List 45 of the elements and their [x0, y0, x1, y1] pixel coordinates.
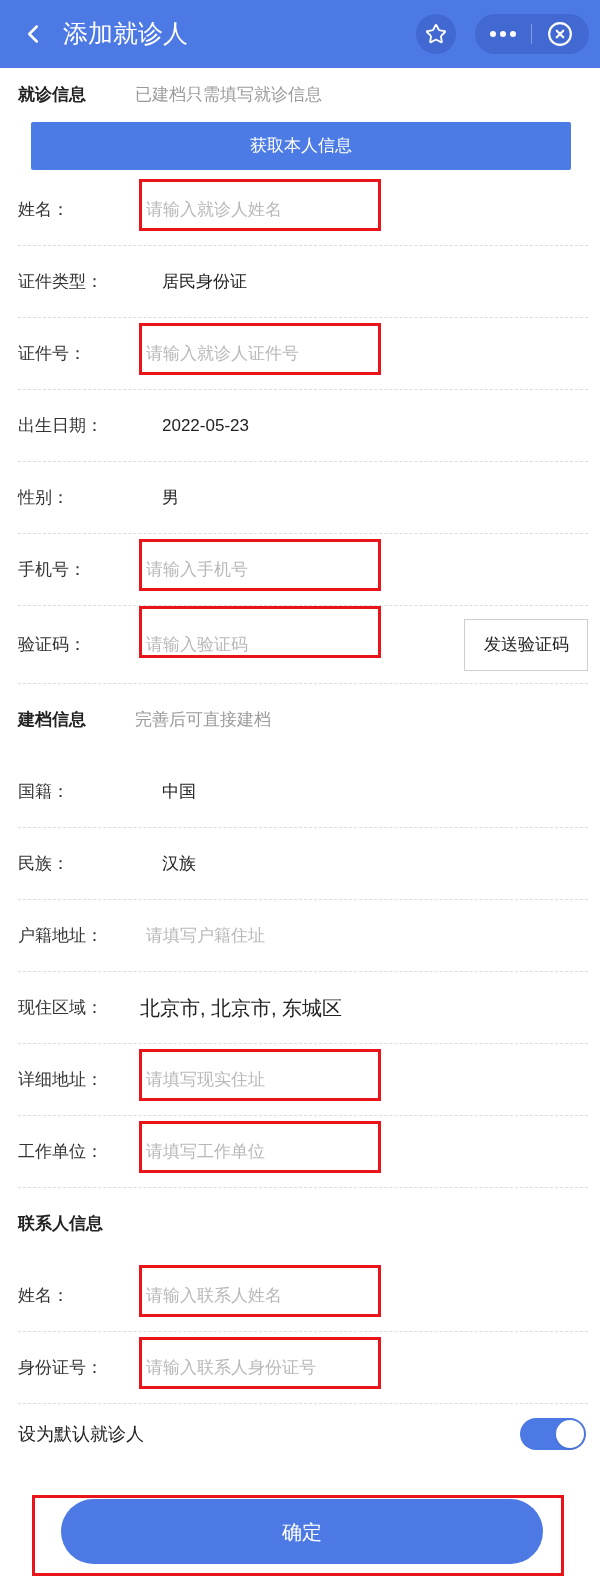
field-label: 验证码：: [18, 633, 87, 656]
favorite-button[interactable]: [416, 14, 456, 54]
section-title: 就诊信息: [18, 84, 87, 107]
input-field[interactable]: 请输入联系人身份证号: [146, 1349, 372, 1386]
field-label: 户籍地址：: [18, 924, 104, 947]
toggle-switch[interactable]: [520, 1418, 586, 1450]
field-value[interactable]: 中国: [162, 778, 196, 805]
field-label: 工作单位：: [18, 1140, 104, 1163]
page-title: 添加就诊人: [63, 18, 188, 50]
field-label: 出生日期：: [18, 414, 104, 437]
field-value[interactable]: 2022-05-23: [162, 412, 249, 439]
get-info-button[interactable]: 获取本人信息: [31, 122, 571, 170]
send-code-button[interactable]: 发送验证码: [464, 618, 588, 671]
input-field[interactable]: 请输入联系人姓名: [146, 1277, 372, 1314]
field-label: 国籍：: [18, 780, 70, 803]
star-icon: [425, 23, 447, 45]
field-label: 民族：: [18, 852, 70, 875]
input-field[interactable]: 请填写现实住址: [146, 1061, 372, 1098]
field-value[interactable]: 汉族: [162, 850, 196, 877]
section-subtitle: 完善后可直接建档: [135, 709, 271, 732]
section-title: 建档信息: [18, 709, 87, 732]
input-field[interactable]: 请输入手机号: [146, 551, 372, 588]
close-icon: [547, 21, 573, 47]
field-value[interactable]: 北京市, 北京市, 东城区: [140, 992, 343, 1023]
input-field[interactable]: 请填写户籍住址: [146, 917, 372, 954]
confirm-button[interactable]: 确定: [61, 1499, 543, 1564]
field-label: 证件类型：: [18, 270, 104, 293]
field-label: 身份证号：: [18, 1356, 104, 1379]
default-patient-label: 设为默认就诊人: [18, 1422, 144, 1446]
more-icon: [490, 31, 516, 37]
field-label: 证件号：: [18, 342, 87, 365]
section-subtitle: 已建档只需填写就诊信息: [135, 84, 322, 107]
field-label: 详细地址：: [18, 1068, 104, 1091]
input-field[interactable]: 请输入验证码: [146, 626, 372, 663]
input-field[interactable]: 请输入就诊人姓名: [146, 191, 372, 228]
input-field[interactable]: 请输入就诊人证件号: [146, 335, 372, 372]
field-label: 性别：: [18, 486, 70, 509]
field-label: 姓名：: [18, 1284, 70, 1307]
field-value[interactable]: 男: [162, 484, 179, 511]
field-label: 手机号：: [18, 558, 87, 581]
input-field[interactable]: 请填写工作单位: [146, 1133, 372, 1170]
section-title: 联系人信息: [18, 1213, 104, 1236]
field-value[interactable]: 居民身份证: [162, 268, 247, 295]
field-label: 现住区域：: [18, 996, 104, 1019]
field-label: 姓名：: [18, 198, 70, 221]
